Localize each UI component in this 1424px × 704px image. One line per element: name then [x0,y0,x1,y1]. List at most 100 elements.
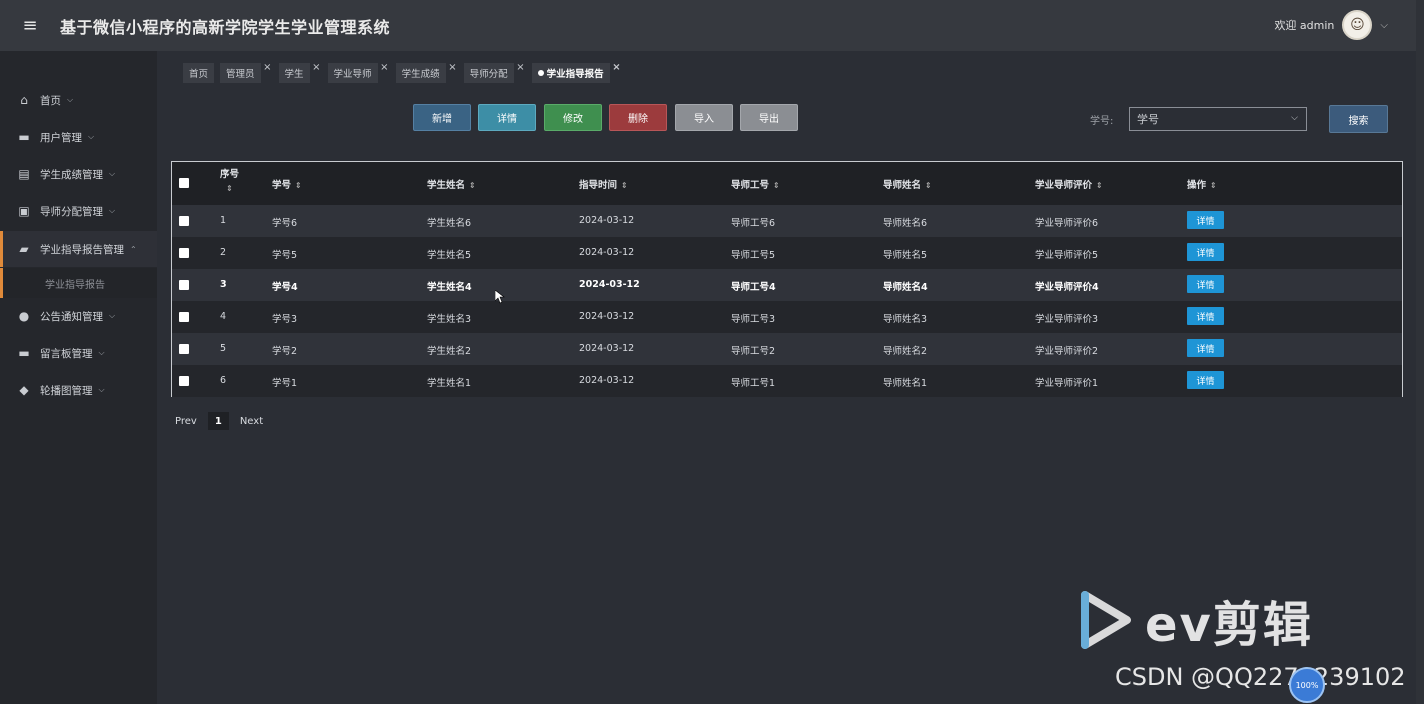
sidebar-item-users[interactable]: ▬ 用户管理 ⌵ [0,119,157,155]
play-logo-icon [1081,591,1131,649]
add-button[interactable]: 新增 [413,104,471,131]
prev-page-button[interactable]: Prev [175,416,197,427]
row-checkbox[interactable] [179,248,189,258]
edit-button[interactable]: 修改 [544,104,602,131]
board-icon: ▬ [18,346,30,360]
sidebar-item-notice[interactable]: ● 公告通知管理 ⌵ [0,298,157,334]
sort-icon[interactable]: ⇕ [469,181,476,190]
export-button[interactable]: 导出 [740,104,798,131]
cell-student-id: 学号2 [272,346,298,357]
sidebar-item-tutor-assign[interactable]: ▣ 导师分配管理 ⌵ [0,193,157,229]
close-icon[interactable]: × [516,62,524,73]
sort-icon[interactable]: ⇕ [295,181,302,190]
cell-tutor-name: 导师姓名4 [883,282,928,293]
table-header: 序号 ⇕ 学号 ⇕ 学生姓名 ⇕ 指导时间 ⇕ 导师工号 ⇕ 导师姓名 ⇕ 学业导师评价 ⇕ … [172,162,1402,205]
close-icon[interactable]: × [263,62,271,73]
close-icon[interactable]: × [312,62,320,73]
column-header-tutor-evaluation[interactable]: 学业导师评价 ⇕ [1035,177,1103,191]
tab-tutor-assign[interactable]: 导师分配 × [463,62,525,83]
table-row[interactable]: 1 学号6 学生姓名6 2024-03-12 导师工号6 导师姓名6 学业导师评… [172,205,1402,237]
menu-toggle-icon[interactable]: ≡ [0,15,60,36]
sidebar-item-message-board[interactable]: ▬ 留言板管理 ⌵ [0,335,157,371]
row-detail-button[interactable]: 详情 [1187,339,1224,357]
ev-brand-text: ev剪辑 [1145,597,1313,653]
row-detail-button[interactable]: 详情 [1187,307,1224,325]
sidebar-item-label: 首页 [40,94,61,107]
row-checkbox[interactable] [179,312,189,322]
table-row[interactable]: 3 学号4 学生姓名4 2024-03-12 导师工号4 导师姓名4 学业导师评… [172,269,1402,301]
chevron-down-icon: ⌵ [109,311,116,320]
detail-button[interactable]: 详情 [478,104,536,131]
sort-icon[interactable]: ⇕ [773,181,780,190]
user-card-icon: ▬ [18,130,30,144]
row-checkbox[interactable] [179,376,189,386]
close-icon[interactable]: × [380,62,388,73]
close-icon[interactable]: × [612,62,620,73]
table-row[interactable]: 2 学号5 学生姓名5 2024-03-12 导师工号5 导师姓名5 学业导师评… [172,237,1402,269]
tab-tutor[interactable]: 学业导师 × [327,62,389,83]
column-header-tutor-id[interactable]: 导师工号 ⇕ [731,177,780,191]
row-detail-button[interactable]: 详情 [1187,275,1224,293]
cell-tutor-name: 导师姓名2 [883,346,928,357]
cell-tutor-evaluation: 学业导师评价3 [1035,314,1099,325]
column-header-guidance-time[interactable]: 指导时间 ⇕ [579,177,628,191]
sort-icon[interactable]: ⇕ [1096,181,1103,190]
sort-icon[interactable]: ⇕ [925,181,932,190]
column-header-actions[interactable]: 操作 ⇕ [1187,177,1217,191]
chevron-down-icon: ⌵ [67,95,74,104]
chevron-down-icon: ⌵ [1291,113,1298,123]
next-page-button[interactable]: Next [240,416,263,427]
sidebar-item-home[interactable]: ⌂ 首页 ⌵ [0,82,157,118]
cell-seq: 3 [220,279,227,290]
cell-student-id: 学号6 [272,218,298,229]
column-header-student-id[interactable]: 学号 ⇕ [272,177,302,191]
cell-student-name: 学生姓名6 [427,218,472,229]
sidebar-item-label: 学生成绩管理 [40,168,103,181]
row-detail-button[interactable]: 详情 [1187,371,1224,389]
sort-icon[interactable]: ⇕ [1210,181,1217,190]
delete-button[interactable]: 删除 [609,104,667,131]
tab-grades[interactable]: 学生成绩 × [395,62,457,83]
column-header-seq[interactable]: 序号 ⇕ [220,168,239,196]
cell-seq: 6 [220,375,227,386]
row-detail-button[interactable]: 详情 [1187,243,1224,261]
row-checkbox[interactable] [179,280,189,290]
chevron-down-icon: ⌵ [98,385,105,394]
avatar[interactable]: ☺ [1342,10,1373,40]
cell-guidance-time: 2024-03-12 [579,215,635,226]
sidebar-item-label: 轮播图管理 [40,384,93,397]
cell-guidance-time: 2024-03-12 [579,311,635,322]
scrollbar[interactable] [1416,0,1424,704]
ev-watermark: ev剪辑 [1077,585,1313,655]
tab-admin[interactable]: 管理员 × [220,62,272,83]
cell-student-id: 学号3 [272,314,298,325]
column-header-student-name[interactable]: 学生姓名 ⇕ [427,177,476,191]
cell-tutor-id: 导师工号5 [731,250,776,261]
column-header-label: 学业导师评价 [1035,180,1093,191]
row-detail-button[interactable]: 详情 [1187,211,1224,229]
user-menu[interactable]: 欢迎 admin ☺ ⌵ [1274,10,1388,40]
chevron-down-icon[interactable]: ⌵ [1380,20,1388,31]
sort-icon[interactable]: ⇕ [226,184,233,193]
close-icon[interactable]: × [448,62,456,73]
column-header-tutor-name[interactable]: 导师姓名 ⇕ [883,177,932,191]
row-checkbox[interactable] [179,216,189,226]
current-page[interactable]: 1 [207,412,229,430]
tab-student[interactable]: 学生 × [278,62,321,83]
table-row[interactable]: 4 学号3 学生姓名3 2024-03-12 导师工号3 导师姓名3 学业导师评… [172,301,1402,333]
home-icon: ⌂ [20,93,28,107]
select-all-checkbox[interactable] [179,178,189,188]
search-button[interactable]: 搜索 [1329,105,1388,133]
table-row[interactable]: 6 学号1 学生姓名1 2024-03-12 导师工号1 导师姓名1 学业导师评… [172,365,1402,397]
import-button[interactable]: 导入 [675,104,733,131]
tab-guidance-report[interactable]: 学业指导报告 × [531,62,621,83]
sidebar-item-carousel[interactable]: ◆ 轮播图管理 ⌵ [0,372,157,408]
tab-home[interactable]: 首页 [183,63,215,83]
sidebar-item-guidance-report[interactable]: ▰ 学业指导报告管理 ⌃ [0,231,157,267]
row-checkbox[interactable] [179,344,189,354]
sidebar-item-grades[interactable]: ▤ 学生成绩管理 ⌵ [0,156,157,192]
search-select[interactable]: 学号 ⌵ [1129,107,1307,131]
sidebar-subitem-guidance-report[interactable]: 学业指导报告 [0,268,157,298]
sort-icon[interactable]: ⇕ [621,181,628,190]
table-row[interactable]: 5 学号2 学生姓名2 2024-03-12 导师工号2 导师姓名2 学业导师评… [172,333,1402,365]
